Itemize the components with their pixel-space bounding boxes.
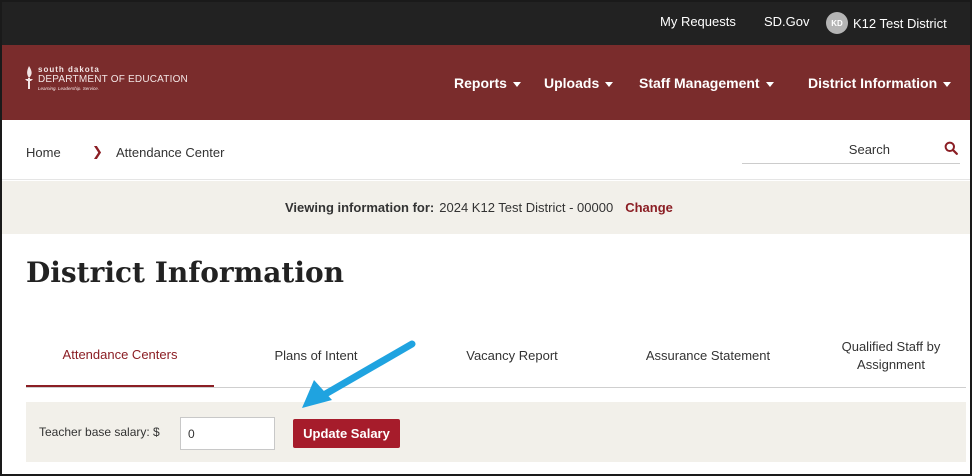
teacher-base-salary-label: Teacher base salary: $ bbox=[39, 425, 160, 439]
salary-panel: Teacher base salary: $ Update Salary bbox=[26, 402, 966, 462]
tab-attendance-centers[interactable]: Attendance Centers bbox=[26, 324, 214, 387]
breadcrumb-bar: Home ❯ Attendance Center bbox=[2, 120, 970, 180]
nav-district-information[interactable]: District Information bbox=[808, 75, 952, 91]
caret-down-icon bbox=[512, 81, 521, 87]
nav-uploads[interactable]: Uploads bbox=[544, 75, 614, 91]
tab-bar: Attendance Centers Plans of Intent Vacan… bbox=[26, 324, 966, 388]
chevron-right-icon: ❯ bbox=[92, 144, 103, 159]
user-menu[interactable]: KD K12 Test District bbox=[826, 10, 947, 36]
nav-staff-management[interactable]: Staff Management bbox=[639, 75, 774, 91]
search-icon[interactable] bbox=[944, 141, 958, 155]
update-salary-button[interactable]: Update Salary bbox=[293, 419, 400, 448]
caret-down-icon bbox=[765, 81, 774, 87]
breadcrumb-home-link[interactable]: Home bbox=[26, 145, 61, 160]
sd-gov-link[interactable]: SD.Gov bbox=[764, 14, 810, 29]
teacher-base-salary-input[interactable] bbox=[180, 417, 275, 450]
nav-reports[interactable]: Reports bbox=[454, 75, 521, 91]
breadcrumb-current: Attendance Center bbox=[116, 145, 225, 160]
tab-assurance-statement[interactable]: Assurance Statement bbox=[608, 324, 808, 387]
annotation-arrow-icon bbox=[302, 340, 416, 408]
search-box bbox=[742, 137, 960, 164]
my-requests-link[interactable]: My Requests bbox=[660, 14, 736, 29]
viewing-info-label: Viewing information for: bbox=[285, 200, 435, 215]
caret-down-icon bbox=[943, 81, 952, 87]
flame-logo-icon bbox=[25, 66, 33, 89]
caret-down-icon bbox=[605, 81, 614, 87]
main-navbar: south dakota DEPARTMENT OF EDUCATION Lea… bbox=[2, 45, 970, 120]
change-district-link[interactable]: Change bbox=[625, 200, 673, 215]
tab-vacancy-report[interactable]: Vacancy Report bbox=[418, 324, 606, 387]
nav-district-information-label: District Information bbox=[808, 75, 938, 91]
nav-uploads-label: Uploads bbox=[544, 75, 600, 91]
browser-frame: My Requests SD.Gov KD K12 Test District … bbox=[0, 0, 972, 476]
user-name: K12 Test District bbox=[853, 15, 947, 31]
avatar: KD bbox=[826, 12, 848, 34]
logo-line-1: south dakota bbox=[38, 65, 100, 74]
tab-qualified-staff-by-assignment[interactable]: Qualified Staff by Assignment bbox=[816, 324, 966, 387]
sd-doe-logo[interactable]: south dakota DEPARTMENT OF EDUCATION Lea… bbox=[24, 66, 188, 92]
logo-line-2: DEPARTMENT OF EDUCATION bbox=[38, 74, 188, 85]
logo-tagline: Learning. Leadership. Service. bbox=[38, 86, 100, 91]
nav-staff-management-label: Staff Management bbox=[639, 75, 760, 91]
nav-reports-label: Reports bbox=[454, 75, 507, 91]
top-utility-bar: My Requests SD.Gov KD K12 Test District bbox=[2, 2, 970, 45]
page-title: District Information bbox=[26, 256, 345, 289]
search-input[interactable] bbox=[742, 137, 932, 161]
viewing-info-value: 2024 K12 Test District - 00000 bbox=[439, 200, 614, 215]
viewing-info-bar: Viewing information for: 2024 K12 Test D… bbox=[2, 181, 970, 234]
